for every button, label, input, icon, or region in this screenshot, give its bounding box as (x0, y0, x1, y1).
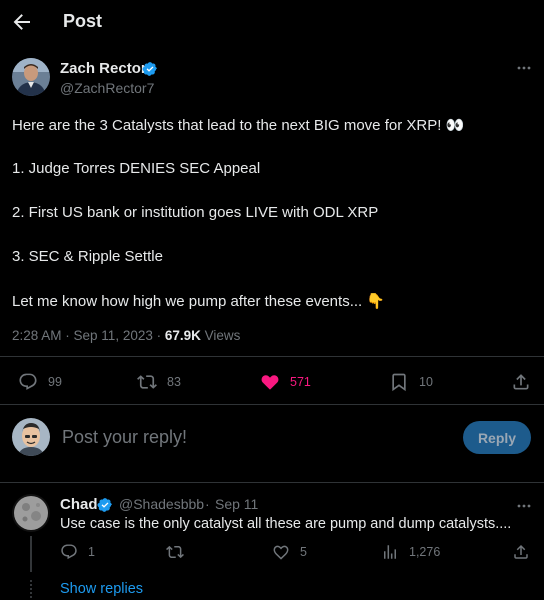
tweet-text-line: 1. Judge Torres DENIES SEC Appeal (12, 160, 261, 177)
more-options-icon[interactable] (514, 60, 534, 76)
repost-icon (137, 375, 157, 389)
divider (0, 356, 544, 357)
views-count: 67.9K (164, 328, 201, 343)
reply-share-action[interactable] (512, 543, 530, 561)
divider (0, 482, 544, 483)
reply-views-count: 1,276 (409, 545, 441, 559)
divider (0, 404, 544, 405)
more-options-icon[interactable] (514, 498, 534, 514)
tweet-text-line: 3. SEC & Ripple Settle (12, 248, 163, 265)
reply-icon (61, 544, 77, 560)
author-avatar[interactable] (12, 58, 50, 96)
heart-icon (273, 545, 289, 560)
reply-repost-action[interactable] (166, 543, 194, 561)
heart-filled-icon (261, 375, 279, 390)
author-name[interactable]: Zach Rector (60, 60, 147, 77)
analytics-icon (384, 545, 396, 559)
reply-reply-count: 1 (88, 545, 95, 559)
thread-dotted-line (30, 580, 32, 600)
reply-text: Use case is the only catalyst all these … (60, 516, 512, 532)
reply-views-action[interactable]: 1,276 (381, 543, 440, 561)
share-action[interactable] (511, 372, 531, 392)
page-title: Post (63, 11, 103, 31)
repost-count: 83 (167, 375, 181, 389)
like-action[interactable]: 571 (260, 372, 311, 392)
reply-author-handle[interactable]: @Shadesbbb (119, 496, 204, 512)
tweet-text-line: Let me know how high we pump after these… (12, 293, 386, 310)
bookmark-icon (392, 373, 406, 392)
reply-button[interactable]: Reply (463, 421, 531, 454)
tweet-text-line: 2. First US bank or institution goes LIV… (12, 204, 379, 221)
reply-action[interactable]: 99 (18, 372, 62, 392)
reply-date[interactable]: Sep 11 (215, 496, 258, 512)
like-count: 571 (290, 375, 311, 389)
thread-line (30, 536, 32, 572)
author-handle[interactable]: @ZachRector7 (60, 80, 154, 96)
repost-action[interactable]: 83 (137, 372, 181, 392)
reply-reply-action[interactable]: 1 (60, 543, 95, 561)
share-icon (514, 544, 528, 559)
reply-icon (19, 373, 37, 390)
reply-input[interactable]: Post your reply! (62, 427, 187, 448)
reply-count: 99 (48, 375, 62, 389)
share-icon (513, 374, 529, 390)
separator-dot: · (205, 496, 210, 512)
bookmark-action[interactable]: 10 (389, 372, 433, 392)
verified-badge-icon (142, 62, 157, 76)
verified-badge-icon (97, 498, 112, 512)
views-label: Views (200, 328, 241, 343)
top-bar: Post (0, 0, 544, 46)
user-avatar[interactable] (12, 418, 50, 456)
reply-like-count: 5 (300, 545, 307, 559)
reply-like-action[interactable]: 5 (272, 543, 307, 561)
timestamp: 2:28 AM · Sep 11, 2023 · (12, 328, 165, 343)
show-replies-link[interactable]: Show replies (60, 581, 143, 597)
tweet-text-line: Here are the 3 Catalysts that lead to th… (12, 117, 465, 134)
tweet-meta: 2:28 AM · Sep 11, 2023 · 67.9K Views (12, 328, 240, 343)
repost-icon (166, 545, 184, 559)
reply-author-name[interactable]: Chad (60, 496, 98, 513)
arrow-left-icon[interactable] (10, 10, 34, 34)
bookmark-count: 10 (419, 375, 433, 389)
reply-author-avatar[interactable] (12, 494, 50, 532)
